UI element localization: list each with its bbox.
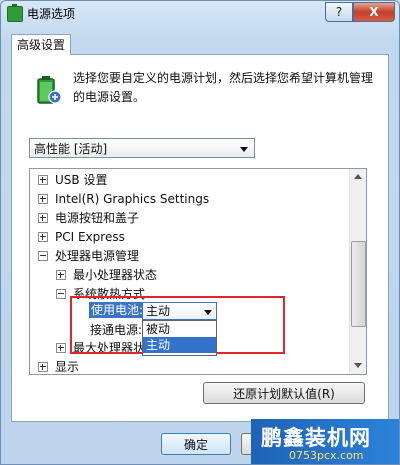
collapse-minus-icon[interactable] [38, 250, 48, 261]
scroll-thumb[interactable] [351, 241, 366, 327]
power-plan-select-value: 高性能 [活动] [34, 142, 108, 156]
tab-advanced-settings[interactable]: 高级设置 [11, 34, 71, 55]
battery-cooling-select-value: 主动 [146, 304, 171, 318]
chevron-down-icon [204, 310, 212, 315]
tree-item-processor-power[interactable]: 处理器电源管理 [38, 247, 139, 265]
help-button[interactable]: ? [325, 2, 353, 22]
tree-item-usb[interactable]: USB 设置 [38, 171, 107, 189]
title-bar: 电源选项 ? X [1, 1, 399, 27]
expand-plus-icon[interactable] [56, 342, 66, 353]
ok-button[interactable]: 确定 [161, 433, 231, 455]
tree-item-power-buttons[interactable]: 电源按钮和盖子 [38, 209, 139, 227]
watermark-logo: 鹏鑫装机网 0753pcx.com [251, 419, 399, 464]
expand-plus-icon[interactable] [38, 361, 48, 372]
expand-plus-icon[interactable] [38, 193, 48, 204]
expand-plus-icon[interactable] [38, 174, 48, 185]
power-plan-select[interactable]: 高性能 [活动] [29, 138, 255, 158]
tree-item-min-processor-state[interactable]: 最小处理器状态 [56, 266, 157, 284]
tree-item-intel-graphics[interactable]: Intel(R) Graphics Settings [38, 190, 209, 208]
watermark-title: 鹏鑫装机网 [261, 426, 371, 450]
cooling-options-dropdown: 被动 主动 [142, 320, 217, 356]
battery-cooling-select[interactable]: 主动 [142, 302, 217, 320]
watermark-url: 0753pcx.com [289, 449, 364, 462]
vertical-scrollbar[interactable] [349, 169, 366, 374]
expand-plus-icon[interactable] [56, 269, 66, 280]
window-title: 电源选项 [27, 7, 76, 21]
expand-plus-icon[interactable] [38, 231, 48, 242]
collapse-minus-icon[interactable] [56, 288, 66, 299]
tree-item-display[interactable]: 显示 [38, 358, 79, 374]
option-active[interactable]: 主动 [143, 337, 216, 353]
scroll-up-arrow-icon[interactable] [352, 171, 364, 183]
battery-icon [7, 4, 23, 22]
instructions-text: 选择您要自定义的电源计划，然后选择您希望计算机管理的电源设置。 [73, 71, 374, 104]
chevron-down-icon [240, 147, 248, 152]
power-options-dialog: 电源选项 ? X 高级设置 选择您要自定义的电源计划，然后选择您希望计算机管理的… [0, 0, 400, 465]
scroll-down-arrow-icon[interactable] [352, 360, 364, 372]
expand-plus-icon[interactable] [38, 212, 48, 223]
close-button[interactable]: X [353, 2, 395, 22]
option-passive[interactable]: 被动 [143, 321, 216, 337]
on-battery-label[interactable]: 使用电池: [89, 302, 146, 318]
power-plan-battery-icon [37, 76, 62, 104]
restore-defaults-button[interactable]: 还原计划默认值(R) [203, 382, 365, 404]
tree-item-pci-express[interactable]: PCI Express [38, 228, 125, 246]
